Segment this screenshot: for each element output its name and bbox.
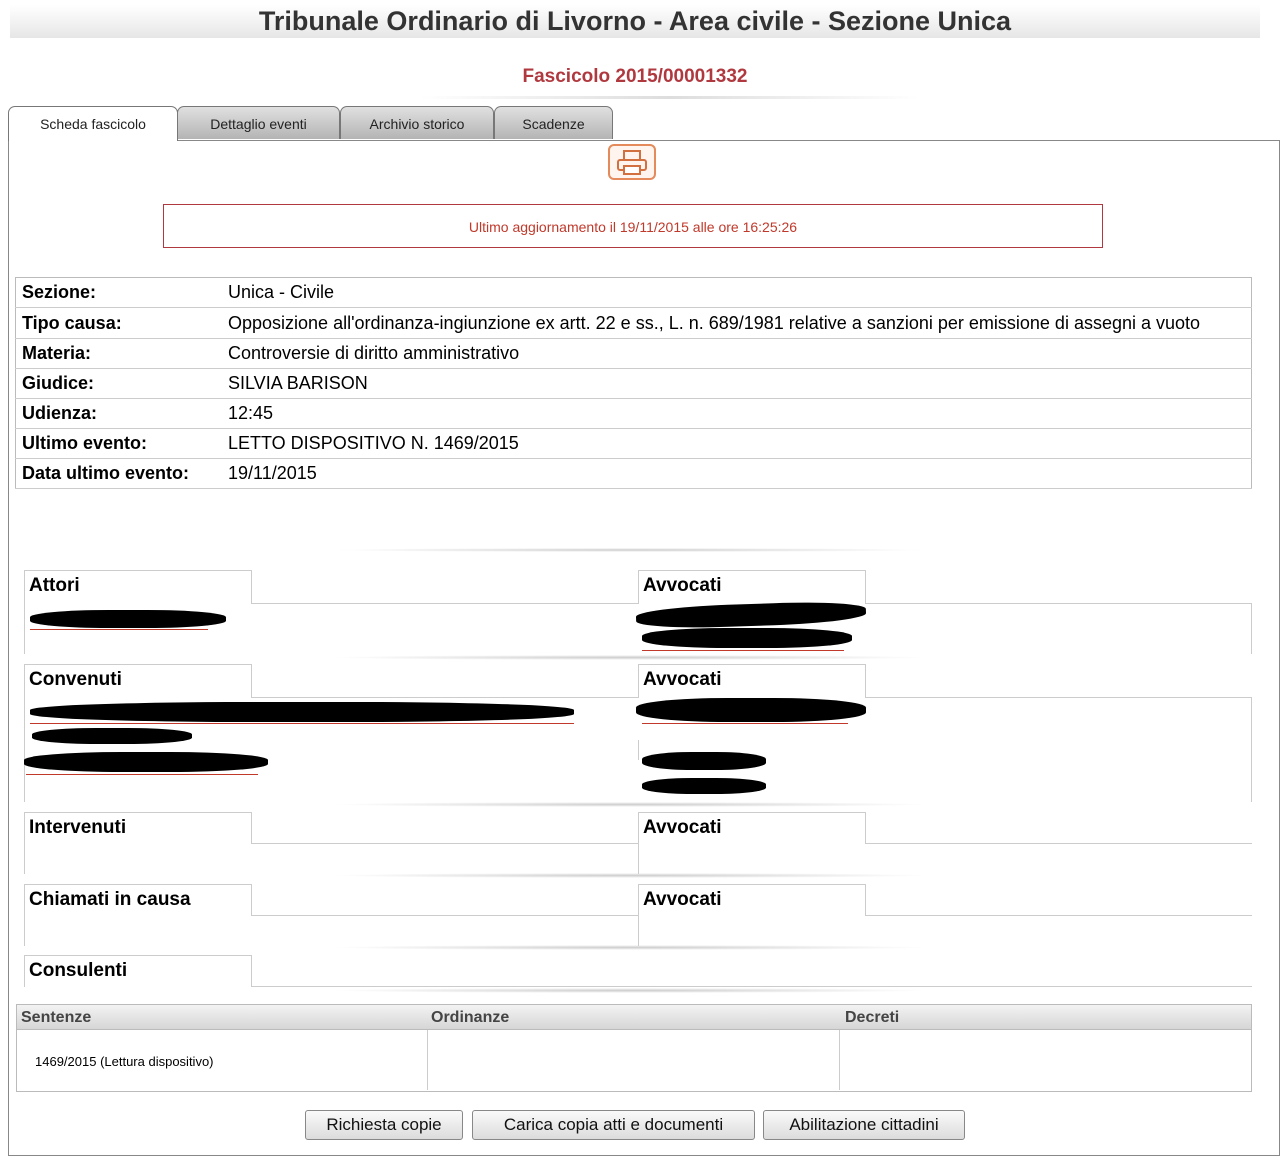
court-title: Tribunale Ordinario di Livorno - Area ci… — [10, 5, 1260, 38]
redacted-underline — [30, 629, 208, 630]
info-row-udienza: Udienza: 12:45 — [15, 398, 1252, 429]
redacted-attore — [30, 610, 226, 628]
intervenuti-left-border — [24, 844, 25, 874]
ultimo-evento-label: Ultimo evento: — [15, 428, 222, 459]
info-row-giudice: Giudice: SILVIA BARISON — [15, 368, 1252, 399]
section-shadow — [330, 802, 930, 807]
convenuti-mid-border — [638, 740, 639, 760]
info-row-tipo-causa: Tipo causa: Opposizione all'ordinanza-in… — [15, 307, 1252, 339]
redacted-underline — [26, 774, 258, 775]
data-ultimo-evento-value: 19/11/2015 — [222, 458, 1252, 489]
avvocati-attori-label: Avvocati — [638, 570, 866, 604]
abilitazione-cittadini-button[interactable]: Abilitazione cittadini — [763, 1110, 965, 1140]
attori-right-border — [1251, 604, 1252, 654]
sentenze-header: Sentenze — [21, 1009, 92, 1026]
provvedimenti-header: Sentenze Ordinanze Decreti — [16, 1004, 1252, 1030]
udienza-value: 12:45 — [222, 398, 1252, 429]
print-button[interactable] — [608, 144, 656, 180]
ultimo-evento-value: LETTO DISPOSITIVO N. 1469/2015 — [222, 428, 1252, 459]
chiamati-rule — [252, 915, 638, 916]
materia-value: Controversie di diritto amministrativo — [222, 338, 1252, 369]
info-row-materia: Materia: Controversie di diritto amminis… — [15, 338, 1252, 369]
sezione-label: Sezione: — [15, 277, 222, 308]
avvocati-convenuti-rule — [866, 697, 1252, 698]
avvocati-attori-rule — [866, 603, 1252, 604]
section-shadow — [330, 945, 930, 950]
intervenuti-mid-border — [638, 844, 639, 874]
redacted-convenuto — [24, 752, 268, 772]
giudice-label: Giudice: — [15, 368, 222, 399]
convenuti-right-border — [1251, 698, 1252, 802]
info-row-sezione: Sezione: Unica - Civile — [15, 277, 1252, 308]
intervenuti-rule — [252, 843, 638, 844]
section-shadow — [330, 873, 930, 878]
tab-scadenze[interactable]: Scadenze — [494, 106, 613, 139]
info-row-data-ultimo-evento: Data ultimo evento: 19/11/2015 — [15, 458, 1252, 489]
giudice-value: SILVIA BARISON — [222, 368, 1252, 399]
chiamati-mid-border — [638, 916, 639, 946]
chiamati-label: Chiamati in causa — [24, 884, 252, 916]
chiamati-left-border — [24, 916, 25, 946]
redacted-avvocato — [642, 752, 766, 770]
attori-left-border — [24, 604, 25, 654]
tipo-causa-label: Tipo causa: — [15, 307, 222, 339]
subtitle-divider — [420, 96, 920, 99]
carica-copia-button[interactable]: Carica copia atti e documenti — [472, 1110, 755, 1140]
attori-rule — [252, 603, 638, 604]
info-shadow — [330, 548, 930, 552]
decreti-header: Decreti — [845, 1009, 900, 1026]
printer-icon — [617, 150, 647, 175]
convenuti-left-border — [24, 698, 25, 802]
redacted-avvocato — [642, 778, 766, 794]
redacted-avvocato — [636, 698, 866, 722]
sentenza-item[interactable]: 1469/2015 (Lettura dispositivo) — [35, 1054, 214, 1069]
materia-label: Materia: — [15, 338, 222, 369]
redacted-underline — [642, 650, 844, 651]
fascicolo-title: Fascicolo 2015/00001332 — [522, 66, 748, 87]
redacted-avvocato — [642, 628, 852, 648]
sezione-value: Unica - Civile — [222, 277, 1252, 308]
tab-archivio-storico[interactable]: Archivio storico — [340, 106, 494, 139]
convenuti-label: Convenuti — [24, 664, 252, 698]
redacted-underline — [30, 723, 574, 724]
consulenti-rule — [252, 986, 1252, 987]
grid-col-divider — [839, 1030, 840, 1090]
section-shadow — [330, 988, 930, 993]
grid-col-divider — [427, 1030, 428, 1090]
tab-dettaglio-eventi[interactable]: Dettaglio eventi — [177, 106, 340, 139]
info-row-ultimo-evento: Ultimo evento: LETTO DISPOSITIVO N. 1469… — [15, 428, 1252, 459]
tipo-causa-value: Opposizione all'ordinanza-ingiunzione ex… — [222, 307, 1252, 339]
data-ultimo-evento-label: Data ultimo evento: — [15, 458, 222, 489]
last-update-notice: Ultimo aggiornamento il 19/11/2015 alle … — [163, 204, 1103, 248]
avvocati-intervenuti-rule — [866, 843, 1252, 844]
avvocati-chiamati-rule — [866, 915, 1252, 916]
udienza-label: Udienza: — [15, 398, 222, 429]
case-info-table: Sezione: Unica - Civile Tipo causa: Oppo… — [15, 277, 1252, 489]
convenuti-rule — [252, 697, 638, 698]
richiesta-copie-button[interactable]: Richiesta copie — [305, 1110, 463, 1140]
intervenuti-label: Intervenuti — [24, 812, 252, 844]
redacted-convenuto — [32, 728, 192, 744]
redacted-convenuto — [30, 702, 574, 722]
section-shadow — [330, 655, 930, 660]
ordinanze-header: Ordinanze — [431, 1009, 510, 1026]
avvocati-convenuti-label: Avvocati — [638, 664, 866, 698]
avvocati-chiamati-label: Avvocati — [638, 884, 866, 916]
tab-scheda-fascicolo[interactable]: Scheda fascicolo — [8, 106, 178, 141]
consulenti-label: Consulenti — [24, 955, 252, 987]
provvedimenti-body: 1469/2015 (Lettura dispositivo) — [16, 1030, 1252, 1092]
redacted-underline — [642, 723, 848, 724]
attori-label: Attori — [24, 570, 252, 604]
avvocati-intervenuti-label: Avvocati — [638, 812, 866, 844]
